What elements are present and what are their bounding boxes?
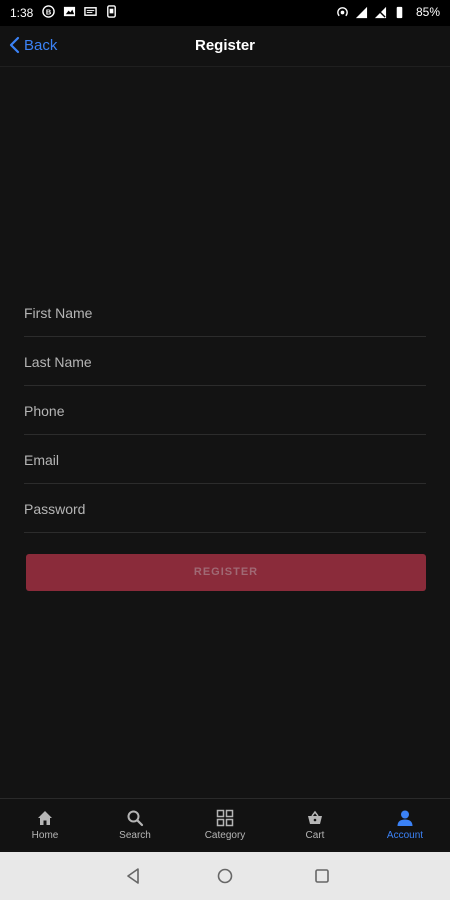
battery-icon [396, 6, 403, 18]
system-home-icon[interactable] [216, 867, 234, 885]
phone-input[interactable] [24, 398, 426, 424]
home-icon [38, 811, 52, 825]
system-back-icon[interactable] [124, 867, 142, 885]
phone-field-row [24, 386, 426, 435]
app-bar: Back Register [0, 26, 450, 67]
nav-item-category[interactable]: Category [180, 799, 270, 853]
wifi-signal-icon [374, 6, 387, 18]
register-screen: 1:38 B 85% Back Register First Name Last… [0, 0, 450, 900]
status-time: 1:38 [10, 6, 34, 20]
nav-item-account[interactable]: Account [360, 799, 450, 853]
password-input[interactable] [24, 496, 426, 522]
register-button[interactable]: REGISTER [26, 554, 426, 591]
last-name-field-row [24, 337, 426, 386]
nav-label-search: Search [119, 830, 151, 841]
nav-label-cart: Cart [305, 830, 325, 841]
page-title: Register [194, 37, 256, 54]
status-system-icons: 85% [336, 5, 440, 19]
email-field-row [24, 435, 426, 484]
first-name-field-row [24, 288, 426, 337]
basket-icon [308, 810, 322, 824]
svg-text:B: B [46, 7, 52, 16]
bitcoin-notification-icon: B [42, 5, 55, 18]
email-input[interactable] [24, 447, 426, 473]
nav-label-account: Account [386, 830, 424, 841]
message-notification-icon [84, 7, 97, 16]
first-name-input[interactable] [24, 300, 426, 326]
nav-item-home[interactable]: Home [0, 799, 90, 853]
password-field-row [24, 484, 426, 533]
nav-item-search[interactable]: Search [90, 799, 180, 853]
grid-icon [216, 809, 234, 827]
bottom-navigation: Home Search Category Cart Account [0, 798, 450, 853]
status-notification-icons: B [42, 5, 118, 18]
image-notification-icon [63, 6, 76, 17]
nav-label-home: Home [31, 830, 59, 841]
last-name-input[interactable] [24, 349, 426, 375]
phone-notification-icon [107, 5, 116, 18]
system-navigation-bar [0, 852, 450, 900]
hotspot-icon [337, 6, 348, 16]
system-recents-icon[interactable] [313, 867, 331, 885]
signal-icon [355, 6, 368, 18]
person-icon [397, 810, 413, 826]
register-form [24, 288, 426, 533]
search-icon [127, 810, 144, 827]
status-bar: 1:38 B 85% [0, 0, 450, 26]
nav-label-category: Category [204, 830, 246, 841]
nav-item-cart[interactable]: Cart [270, 799, 360, 853]
battery-percentage: 85% [415, 5, 440, 19]
